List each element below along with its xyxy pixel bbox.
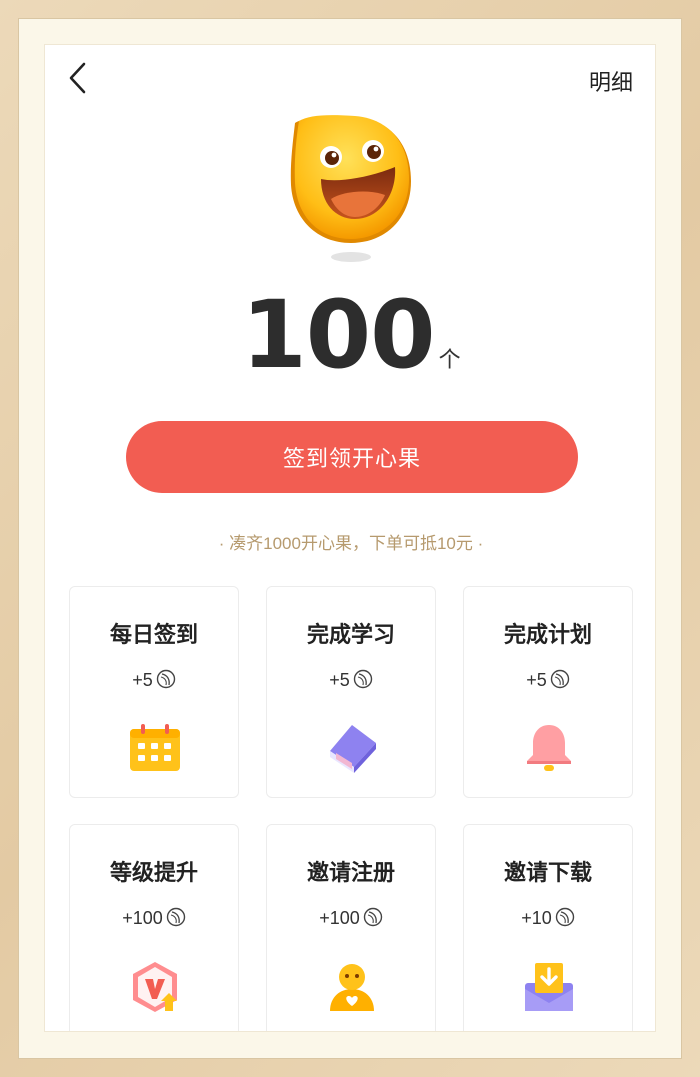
coin-icon bbox=[156, 669, 175, 689]
bell-icon bbox=[521, 721, 577, 777]
coin-icon bbox=[353, 669, 372, 689]
task-title: 等级提升 bbox=[109, 860, 198, 885]
task-card-level-up[interactable]: 等级提升 +100 bbox=[69, 824, 239, 1031]
book-icon bbox=[324, 721, 380, 777]
calendar-icon bbox=[127, 721, 183, 777]
sign-in-button[interactable]: 签到领开心果 bbox=[126, 421, 578, 493]
task-points: +5 bbox=[464, 669, 632, 691]
redeem-tip: · 凑齐1000开心果，下单可抵10元 · bbox=[218, 534, 484, 553]
task-points: +100 bbox=[70, 907, 238, 929]
vip-level-up-icon bbox=[127, 959, 183, 1015]
task-points-value: +5 bbox=[329, 670, 350, 690]
app-screen: 明细 100 个 签到领开心果 · 凑齐1000开心果，下单可抵10元 · 每日… bbox=[44, 44, 656, 1032]
task-points-value: +5 bbox=[526, 670, 547, 690]
balance-count: 100 bbox=[241, 281, 435, 390]
task-points: +100 bbox=[267, 907, 435, 929]
task-title: 每日签到 bbox=[109, 622, 198, 647]
detail-link[interactable]: 明细 bbox=[589, 65, 633, 97]
coin-icon bbox=[550, 669, 569, 689]
back-button[interactable] bbox=[65, 61, 93, 95]
user-heart-icon bbox=[324, 959, 380, 1015]
task-points: +5 bbox=[267, 669, 435, 691]
task-title: 邀请下载 bbox=[503, 860, 592, 885]
coin-icon bbox=[555, 907, 574, 927]
task-card-daily-sign[interactable]: 每日签到 +5 bbox=[69, 586, 239, 798]
balance-display: 100 个 bbox=[45, 281, 655, 390]
task-title: 完成计划 bbox=[503, 622, 592, 647]
task-points: +5 bbox=[70, 669, 238, 691]
coin-icon bbox=[166, 907, 185, 927]
balance-unit: 个 bbox=[438, 347, 461, 372]
mascot-emoji bbox=[283, 111, 419, 267]
task-points-value: +10 bbox=[521, 908, 552, 928]
task-title: 邀请注册 bbox=[306, 860, 395, 885]
task-card-invite-register[interactable]: 邀请注册 +100 bbox=[266, 824, 436, 1031]
task-card-plan[interactable]: 完成计划 +5 bbox=[463, 586, 633, 798]
task-points-value: +100 bbox=[319, 908, 360, 928]
task-points: +10 bbox=[464, 907, 632, 929]
task-points-value: +100 bbox=[122, 908, 163, 928]
coin-icon bbox=[363, 907, 382, 927]
chevron-left-icon bbox=[69, 62, 86, 94]
task-card-invite-download[interactable]: 邀请下载 +10 bbox=[463, 824, 633, 1031]
download-icon bbox=[521, 959, 577, 1015]
task-points-value: +5 bbox=[132, 670, 153, 690]
task-title: 完成学习 bbox=[306, 622, 395, 647]
task-card-study[interactable]: 完成学习 +5 bbox=[266, 586, 436, 798]
